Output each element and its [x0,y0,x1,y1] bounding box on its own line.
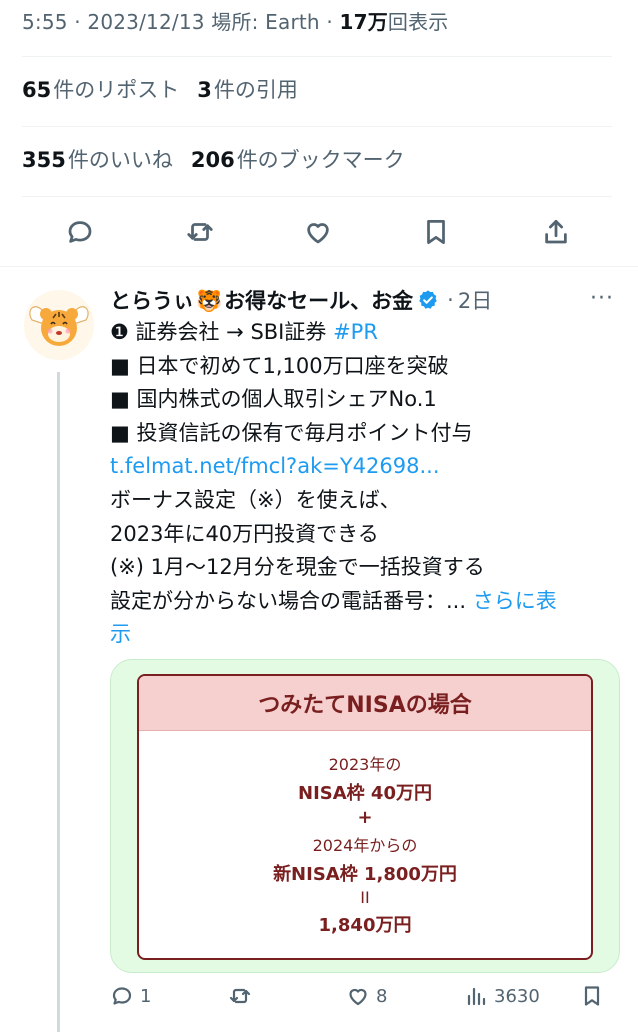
repost-icon[interactable] [180,212,220,252]
more-options-icon[interactable]: ··· [590,286,614,311]
like-stats: 355件のいいね 206件のブックマーク [22,144,405,174]
section-divider [0,266,638,267]
divider [22,56,612,57]
reply-button[interactable]: 1 [110,984,151,1008]
repost-stats: 65件のリポスト 3件の引用 [22,74,298,104]
thread-line [57,372,60,1032]
like-icon[interactable] [298,212,338,252]
tweet-meta: 5:55 · 2023/12/13 場所: Earth · 17万回表示 [22,10,449,34]
like-button[interactable]: 8 [346,984,387,1008]
tweet-action-bar [0,212,638,258]
views-chart-icon [467,987,486,1006]
bookmark-icon [584,986,600,1006]
share-icon[interactable] [536,212,576,252]
views-button[interactable]: 3630 [464,984,540,1008]
reply-count: 1 [140,985,152,1007]
divider [22,196,612,197]
show-more-link-cont[interactable]: 示 [110,618,620,652]
post-location: 場所: Earth [211,10,320,34]
views-label: 回表示 [387,10,449,34]
quotes-link[interactable]: 3件の引用 [197,78,298,102]
post-date: 2023/12/13 [87,10,205,34]
author-row: とらうぃ🐯お得なセール、お金 · 2日 [110,284,620,316]
reposts-link[interactable]: 65件のリポスト [22,78,179,102]
external-link[interactable]: t.felmat.net/fmcl?ak=Y42698... [110,450,620,484]
verified-badge-icon[interactable] [417,289,439,311]
author-name[interactable]: とらうぃ🐯お得なセール、お金 [110,285,413,315]
tiger-emoji-icon: 🐯 [196,289,223,313]
hashtag-link[interactable]: #PR [333,320,378,344]
reply-icon [112,987,132,1005]
reply-action-bar: 1 8 3630 [110,984,620,1018]
views-count-small: 3630 [494,985,540,1007]
reply-avatar[interactable] [24,290,94,360]
divider [22,126,612,127]
repost-icon [229,988,251,1004]
media-card[interactable]: つみたてNISAの場合 2023年の NISA枠 40万円 + 2024年からの… [110,659,620,973]
tweet-text: ❶ 証券会社 → SBI証券 #PR ■ 日本で初めて1,100万口座を突破 ■… [110,316,620,652]
show-more-link[interactable]: さらに表 [473,589,557,613]
nisa-infographic: つみたてNISAの場合 2023年の NISA枠 40万円 + 2024年からの… [137,674,593,960]
like-icon [349,988,367,1006]
tiger-avatar-icon [24,290,94,360]
bookmark-button[interactable] [580,984,604,1008]
post-time: 5:55 [22,10,68,34]
bookmark-icon[interactable] [416,212,456,252]
repost-button[interactable] [228,984,258,1008]
bookmarks-link[interactable]: 206件のブックマーク [191,148,405,172]
time-ago[interactable]: 2日 [458,285,492,315]
reply-icon[interactable] [60,212,100,252]
reply-tweet[interactable]: とらうぃ🐯お得なセール、お金 · 2日 ··· ❶ 証券会社 → SBI証券 #… [110,284,620,652]
likes-link[interactable]: 355件のいいね [22,148,173,172]
card-title: つみたてNISAの場合 [139,676,591,731]
views-count: 17万 [339,10,388,34]
like-count: 8 [376,985,388,1007]
